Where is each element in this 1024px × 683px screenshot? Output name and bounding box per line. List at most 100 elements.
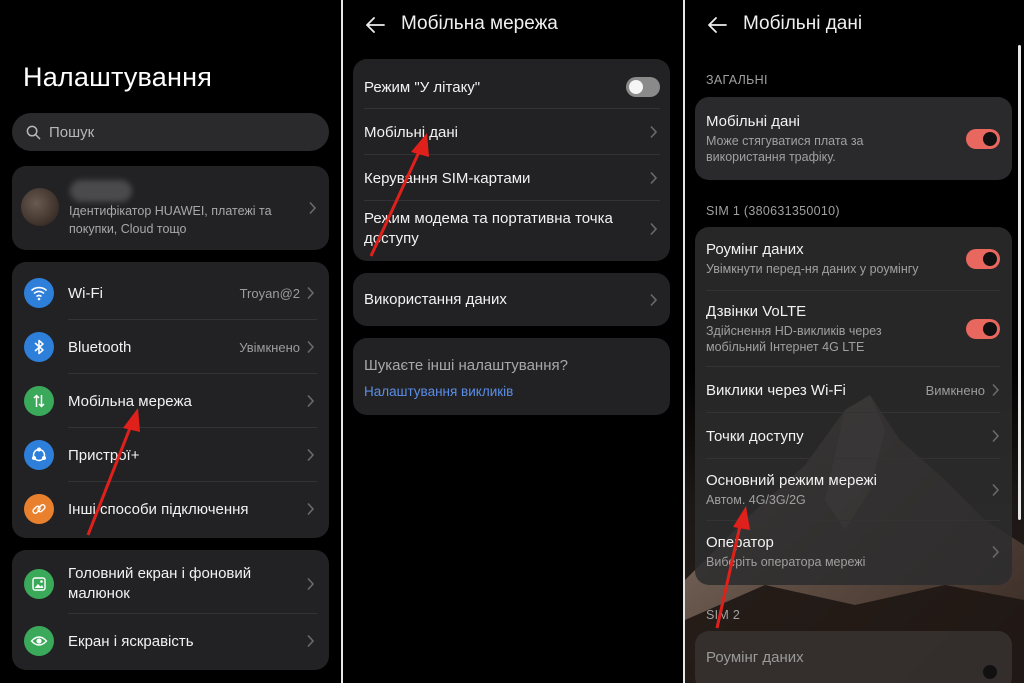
account-card[interactable]: Ідентифікатор HUAWEI, платежі та покупки… bbox=[12, 166, 329, 250]
account-name-blurred bbox=[70, 180, 132, 202]
settings-item-display-brightness[interactable]: Екран і яскравість bbox=[12, 614, 329, 668]
section-header-general: ЗАГАЛЬНІ bbox=[706, 73, 768, 87]
chevron-right-icon bbox=[306, 448, 315, 462]
chevron-right-icon bbox=[991, 483, 1000, 497]
data-roaming-toggle[interactable] bbox=[966, 249, 1000, 269]
search-placeholder: Пошук bbox=[49, 124, 94, 141]
call-settings-link[interactable]: Налаштування викликів bbox=[364, 384, 513, 399]
home-screen-label: Головний екран і фоновий малюнок bbox=[68, 564, 278, 604]
back-arrow-icon[interactable] bbox=[707, 16, 727, 34]
chevron-right-icon bbox=[306, 394, 315, 408]
mobile-data-toggle[interactable] bbox=[966, 129, 1000, 149]
settings-item-wifi[interactable]: Wi-Fi Troyan@2 bbox=[12, 266, 329, 320]
mobile-data-label: Мобільні дані bbox=[706, 113, 896, 130]
wifi-value: Troyan@2 bbox=[240, 286, 300, 301]
sim2-data-roaming-label: Роумінг даних bbox=[706, 649, 804, 666]
sim2-card: Роумінг даних bbox=[695, 631, 1012, 683]
airplane-mode-item[interactable]: Режим "У літаку" bbox=[353, 65, 670, 109]
settings-item-bluetooth[interactable]: Bluetooth Увімкнено bbox=[12, 320, 329, 374]
operator-item[interactable]: Оператор Виберіть оператора мережі bbox=[695, 521, 1012, 583]
chevron-right-icon bbox=[991, 545, 1000, 559]
data-usage-item[interactable]: Використання даних bbox=[353, 273, 670, 326]
wifi-icon bbox=[24, 278, 54, 308]
sim1-card: Роумінг даних Увімкнути перед-ня даних у… bbox=[695, 227, 1012, 585]
chevron-right-icon bbox=[649, 222, 658, 236]
volte-calls-label: Дзвінки VoLTE bbox=[706, 303, 921, 320]
network-mode-sublabel: Автом. 4G/3G/2G bbox=[706, 492, 877, 508]
chevron-right-icon bbox=[649, 125, 658, 139]
volte-calls-item[interactable]: Дзвінки VoLTE Здійснення HD-викликів чер… bbox=[695, 291, 1012, 367]
devices-plus-icon bbox=[24, 440, 54, 470]
operator-label: Оператор bbox=[706, 534, 865, 551]
chevron-right-icon bbox=[306, 502, 315, 516]
mobile-network-icon bbox=[24, 386, 54, 416]
settings-item-home-screen[interactable]: Головний екран і фоновий малюнок bbox=[12, 554, 329, 614]
settings-item-devices-plus[interactable]: Пристрої+ bbox=[12, 428, 329, 482]
network-mode-label: Основний режим мережі bbox=[706, 472, 877, 489]
other-connections-label: Інші способи підключення bbox=[68, 501, 249, 518]
access-points-label: Точки доступу bbox=[706, 428, 804, 445]
airplane-mode-label: Режим "У літаку" bbox=[364, 79, 480, 96]
chevron-right-icon bbox=[649, 171, 658, 185]
settings-item-other-connections[interactable]: Інші способи підключення bbox=[12, 482, 329, 536]
data-roaming-item[interactable]: Роумінг даних Увімкнути перед-ня даних у… bbox=[695, 227, 1012, 291]
mobile-data-panel: Мобільні дані ЗАГАЛЬНІ Мобільні дані Мож… bbox=[685, 0, 1024, 683]
wifi-calling-label: Виклики через Wi-Fi bbox=[706, 382, 846, 399]
eye-icon bbox=[24, 626, 54, 656]
chevron-right-icon bbox=[306, 340, 315, 354]
chevron-right-icon bbox=[306, 634, 315, 648]
sim2-data-roaming-item[interactable]: Роумінг даних bbox=[695, 631, 1012, 683]
wallpaper-icon bbox=[24, 569, 54, 599]
sim-management-label: Керування SIM-картами bbox=[364, 170, 530, 187]
search-input[interactable]: Пошук bbox=[12, 113, 329, 151]
data-roaming-label: Роумінг даних bbox=[706, 241, 919, 258]
chevron-right-icon bbox=[308, 201, 317, 215]
more-settings-card: Шукаєте інші налаштування? Налаштування … bbox=[353, 338, 670, 415]
volte-calls-toggle[interactable] bbox=[966, 319, 1000, 339]
sim2-data-roaming-toggle[interactable] bbox=[966, 662, 1000, 682]
link-icon bbox=[24, 494, 54, 524]
mobile-network-label: Мобільна мережа bbox=[68, 393, 192, 410]
wifi-calling-item[interactable]: Виклики через Wi-Fi Вимкнено bbox=[695, 367, 1012, 413]
page-title: Мобільні дані bbox=[743, 13, 862, 35]
avatar bbox=[21, 188, 59, 226]
chevron-right-icon bbox=[306, 286, 315, 300]
bluetooth-label: Bluetooth bbox=[68, 339, 131, 356]
section-header-sim2: SIM 2 bbox=[706, 608, 740, 622]
volte-calls-sublabel: Здійснення HD-викликів через мобільний І… bbox=[706, 323, 921, 355]
page-title: Мобільна мережа bbox=[401, 13, 558, 35]
network-mode-item[interactable]: Основний режим мережі Автом. 4G/3G/2G bbox=[695, 459, 1012, 521]
chevron-right-icon bbox=[649, 293, 658, 307]
account-description: Ідентифікатор HUAWEI, платежі та покупки… bbox=[69, 202, 299, 238]
display-brightness-label: Екран і яскравість bbox=[68, 633, 194, 650]
display-card: Головний екран і фоновий малюнок Екран і… bbox=[12, 550, 329, 670]
data-usage-card: Використання даних bbox=[353, 273, 670, 326]
bluetooth-icon bbox=[24, 332, 54, 362]
search-icon bbox=[26, 125, 41, 140]
devices-plus-label: Пристрої+ bbox=[68, 447, 139, 464]
chevron-right-icon bbox=[991, 383, 1000, 397]
data-usage-label: Використання даних bbox=[364, 291, 507, 308]
hotspot-item[interactable]: Режим модема та портативна точка доступу bbox=[353, 201, 670, 257]
scrollbar[interactable] bbox=[1018, 45, 1021, 520]
bluetooth-value: Увімкнено bbox=[239, 340, 300, 355]
mobile-network-panel: Мобільна мережа Режим "У літаку" Мобільн… bbox=[343, 0, 683, 683]
operator-sublabel: Виберіть оператора мережі bbox=[706, 554, 865, 570]
mobile-data-item[interactable]: Мобільні дані bbox=[353, 109, 670, 155]
wifi-calling-value: Вимкнено bbox=[926, 383, 985, 398]
back-arrow-icon[interactable] bbox=[365, 16, 385, 34]
wifi-label: Wi-Fi bbox=[68, 285, 103, 302]
hotspot-label: Режим модема та портативна точка доступу bbox=[364, 209, 634, 249]
data-roaming-sublabel: Увімкнути перед-ня даних у роумінгу bbox=[706, 261, 919, 277]
section-header-sim1: SIM 1 (380631350010) bbox=[706, 204, 840, 218]
more-settings-question: Шукаєте інші налаштування? bbox=[364, 357, 568, 374]
sim-management-item[interactable]: Керування SIM-картами bbox=[353, 155, 670, 201]
mobile-data-item[interactable]: Мобільні дані Може стягуватися плата за … bbox=[695, 97, 1012, 180]
network-options-card: Режим "У літаку" Мобільні дані Керування… bbox=[353, 59, 670, 261]
airplane-mode-toggle[interactable] bbox=[626, 77, 660, 97]
settings-item-mobile-network[interactable]: Мобільна мережа bbox=[12, 374, 329, 428]
mobile-data-label: Мобільні дані bbox=[364, 124, 458, 141]
access-points-item[interactable]: Точки доступу bbox=[695, 413, 1012, 459]
connectivity-card: Wi-Fi Troyan@2 Bluetooth Увімкнено Мобіл… bbox=[12, 262, 329, 538]
settings-panel: Налаштування Пошук Ідентифікатор HUAWEI,… bbox=[0, 0, 341, 683]
